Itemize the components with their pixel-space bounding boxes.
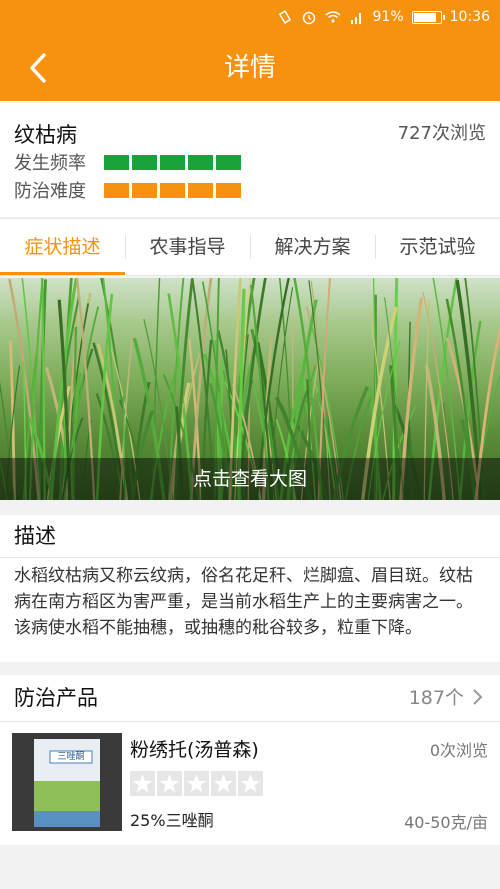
- signal-icon: [350, 13, 361, 24]
- frequency-level-square: [104, 154, 129, 170]
- product-name[interactable]: 粉绣托(汤普森): [130, 735, 259, 762]
- tab-symptoms[interactable]: 症状描述: [0, 219, 125, 275]
- rating-star-icon: [238, 771, 263, 796]
- product-dosage: 40-50克/亩: [404, 813, 488, 832]
- difficulty-level-bar: [104, 182, 241, 198]
- description-section: 描述 水稻纹枯病又称云纹病，俗名花足秆、烂脚瘟、眉目斑。纹枯病在南方稻区为害严重…: [0, 515, 500, 662]
- product-ingredient: 25%三唑酮: [130, 811, 214, 830]
- products-heading: 防治产品: [14, 686, 98, 710]
- frequency-level-square: [216, 154, 241, 170]
- chevron-right-icon: [473, 689, 483, 705]
- disease-photo[interactable]: 点击查看大图: [0, 278, 500, 500]
- description-text: 水稻纹枯病又称云纹病，俗名花足秆、烂脚瘟、眉目斑。纹枯病在南方稻区为害严重，是当…: [14, 566, 473, 638]
- frequency-level-square: [188, 154, 213, 170]
- view-large-image-caption[interactable]: 点击查看大图: [0, 458, 500, 500]
- description-heading: 描述: [14, 524, 56, 548]
- view-count: 727次浏览: [397, 123, 486, 144]
- tab-demo-trials[interactable]: 示范试验: [375, 219, 500, 275]
- battery-icon: [411, 10, 445, 24]
- package-label: 三唑酮: [57, 752, 85, 762]
- products-count: 187个: [408, 687, 464, 709]
- rating-star-icon: [157, 771, 182, 796]
- vibrate-icon: [278, 10, 291, 24]
- battery-percent: 91%: [372, 9, 404, 25]
- product-image[interactable]: 三唑酮: [12, 733, 122, 831]
- difficulty-label: 防治难度: [14, 181, 86, 202]
- frequency-level-square: [132, 154, 157, 170]
- product-package-image: [12, 733, 122, 831]
- rating-star-icon: [184, 771, 209, 796]
- difficulty-row: 防治难度: [14, 177, 241, 203]
- wifi-icon: [325, 11, 341, 23]
- clock: 10:36: [449, 9, 490, 25]
- frequency-label: 发生频率: [14, 153, 86, 174]
- rating-star-icon: [130, 771, 155, 796]
- product-rating: [130, 771, 263, 796]
- page-title: 详情: [223, 53, 276, 83]
- product-view-count: 0次浏览: [429, 741, 488, 760]
- difficulty-level-square: [216, 182, 241, 198]
- frequency-level-bar: [104, 154, 241, 170]
- disease-name: 纹枯病: [14, 123, 77, 147]
- frequency-level-square: [160, 154, 185, 170]
- difficulty-level-square: [132, 182, 157, 198]
- active-tab-indicator: [0, 272, 125, 275]
- difficulty-level-square: [188, 182, 213, 198]
- tab-solutions[interactable]: 解决方案: [250, 219, 375, 275]
- tab-bar: 症状描述 农事指导 解决方案 示范试验: [0, 218, 500, 276]
- navigation-bar: 详情: [0, 36, 500, 101]
- products-count-link[interactable]: 187个: [409, 675, 484, 721]
- divider: [0, 721, 500, 722]
- products-section: 防治产品 187个 三唑酮 粉绣托(汤普森) 0次浏览 25%三唑酮 40-50…: [0, 675, 500, 845]
- rating-star-icon: [211, 771, 236, 796]
- top-bar: 91% 10:36 详情: [0, 0, 500, 101]
- tab-farming-guide[interactable]: 农事指导: [125, 219, 250, 275]
- alarm-icon: [302, 11, 315, 25]
- divider: [0, 557, 500, 558]
- disease-info-card: 纹枯病 727次浏览 发生频率 防治难度: [0, 101, 500, 217]
- difficulty-level-square: [160, 182, 185, 198]
- status-bar: 91% 10:36: [0, 0, 500, 36]
- difficulty-level-square: [104, 182, 129, 198]
- frequency-row: 发生频率: [14, 149, 241, 175]
